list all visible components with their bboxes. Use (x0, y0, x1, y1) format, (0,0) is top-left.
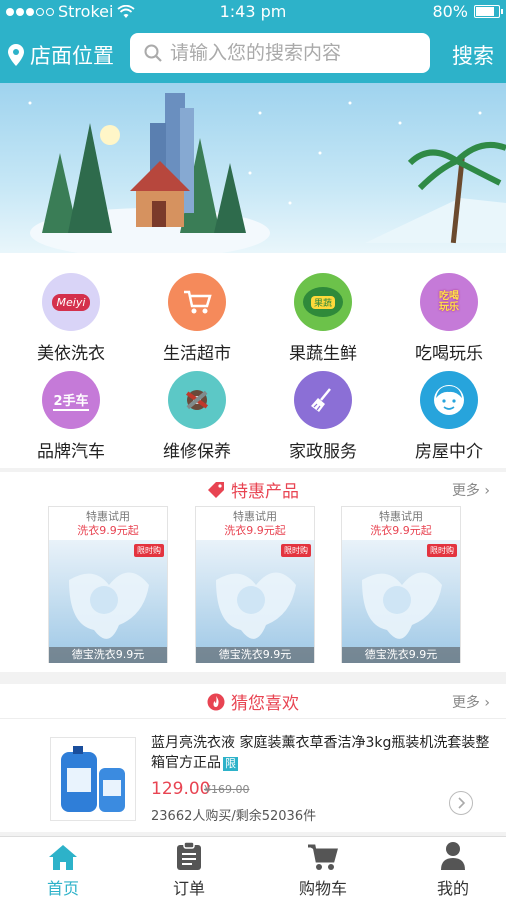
search-icon (144, 44, 162, 62)
section-header: 特惠产品 更多 › (0, 472, 506, 504)
tab-cart[interactable]: 购物车 (260, 837, 386, 900)
category-label: 果蔬生鲜 (289, 344, 357, 364)
product-caption: 德宝洗衣9.9元 (342, 647, 460, 663)
tab-profile[interactable]: 我的 (390, 837, 506, 900)
tab-label: 我的 (436, 879, 469, 898)
product-image: 限时购 德宝洗衣9.9元 (342, 540, 460, 663)
product-sub-label: 洗衣9.9元起 (224, 524, 286, 537)
section-title: 猜您喜欢 (0, 689, 506, 714)
tab-label: 购物车 (298, 879, 347, 898)
special-products-section: 特惠产品 更多 › 特惠试用 洗衣9.9元起 限时购 德宝洗衣9.9元 特惠试用… (0, 472, 506, 672)
product-top-label: 特惠试用 (379, 510, 423, 523)
store-location-button[interactable]: 店面位置 (8, 40, 114, 70)
app-screen: Strokei 1:43 pm 80% 店面位置 搜索 (0, 0, 506, 900)
search-input[interactable] (170, 42, 420, 64)
tab-label: 首页 (46, 879, 79, 898)
tab-home[interactable]: 首页 (0, 837, 126, 900)
location-pin-icon (8, 44, 24, 66)
section-header: 猜您喜欢 更多 › (0, 684, 506, 716)
product-thumbnail (50, 737, 136, 821)
category-grid: Meiyi 美依洗衣 生活超市 果蔬 果蔬生鲜 吃喝玩乐 吃喝玩乐 2手车 品牌… (0, 253, 506, 468)
app-header: Strokei 1:43 pm 80% 店面位置 搜索 (0, 0, 506, 83)
location-label: 店面位置 (30, 44, 114, 68)
limited-tag: 限 (223, 757, 238, 771)
search-bar[interactable] (130, 33, 430, 73)
product-top-label: 特惠试用 (233, 510, 277, 523)
limited-badge: 限时购 (134, 544, 164, 557)
more-link[interactable]: 更多 › (452, 480, 490, 500)
promo-banner[interactable] (0, 83, 506, 253)
shopping-cart-icon (168, 273, 226, 331)
chevron-right-icon: › (484, 695, 490, 711)
sales-info: 23662人购买/剩余52036件 (151, 809, 317, 824)
chevron-right-circle-icon[interactable] (449, 791, 473, 815)
category-item-fresh[interactable]: 果蔬 果蔬生鲜 (260, 273, 386, 364)
product-card[interactable]: 特惠试用 洗衣9.9元起 限时购 德宝洗衣9.9元 (48, 506, 168, 663)
category-label: 维修保养 (163, 442, 231, 462)
category-label: 吃喝玩乐 (415, 344, 483, 364)
recommend-section: 猜您喜欢 更多 › 蓝月亮洗衣液 家庭装薰衣草香洁净3kg瓶装机洗套装整箱官方正… (0, 684, 506, 832)
category-item-supermarket[interactable]: 生活超市 (134, 273, 260, 364)
tab-orders[interactable]: 订单 (126, 837, 252, 900)
product-image: 限时购 德宝洗衣9.9元 (196, 540, 314, 663)
search-button[interactable]: 搜索 (452, 40, 494, 70)
limited-badge: 限时购 (281, 544, 311, 557)
tab-label: 订单 (172, 879, 205, 898)
category-item-repair[interactable]: 维修保养 (134, 371, 260, 462)
order-clipboard-icon (126, 837, 252, 871)
category-label: 房屋中介 (415, 442, 483, 462)
price-tag-icon (208, 481, 224, 498)
car-brand-icon: 2手车 (42, 371, 100, 429)
limited-badge: 限时购 (427, 544, 457, 557)
product-card[interactable]: 特惠试用 洗衣9.9元起 限时购 德宝洗衣9.9元 (195, 506, 315, 663)
cart-icon (260, 837, 386, 871)
product-top-label: 特惠试用 (86, 510, 130, 523)
product-caption: 德宝洗衣9.9元 (196, 647, 314, 663)
battery-level (476, 7, 494, 16)
product-caption: 德宝洗衣9.9元 (49, 647, 167, 663)
category-item-cars[interactable]: 2手车 品牌汽车 (8, 371, 134, 462)
bottom-tab-bar: 首页 订单 购物车 我的 (0, 836, 506, 900)
recommend-item[interactable]: 蓝月亮洗衣液 家庭装薰衣草香洁净3kg瓶装机洗套装整箱官方正品限 129.00 … (0, 718, 506, 828)
food-fun-icon: 吃喝玩乐 (420, 273, 478, 331)
category-label: 美依洗衣 (37, 344, 105, 364)
category-label: 家政服务 (289, 442, 357, 462)
battery-icon (474, 5, 503, 18)
repair-tools-icon (168, 371, 226, 429)
fruit-basket-icon: 果蔬 (294, 273, 352, 331)
category-item-meiyi[interactable]: Meiyi 美依洗衣 (8, 273, 134, 364)
category-item-entertainment[interactable]: 吃喝玩乐 吃喝玩乐 (386, 273, 506, 364)
home-icon (0, 837, 126, 871)
product-price: 129.00 (151, 779, 211, 799)
more-link[interactable]: 更多 › (452, 692, 490, 712)
status-time: 1:43 pm (219, 2, 287, 21)
category-label: 生活超市 (163, 344, 231, 364)
product-image: 限时购 德宝洗衣9.9元 (49, 540, 167, 663)
product-sub-label: 洗衣9.9元起 (370, 524, 432, 537)
winter-house-illustration (28, 93, 506, 253)
flame-icon (207, 693, 225, 710)
meiyi-logo-icon: Meiyi (42, 273, 100, 331)
section-title: 特惠产品 (0, 477, 506, 502)
category-label: 品牌汽车 (37, 442, 105, 462)
status-right: 80% (432, 2, 503, 21)
product-title: 蓝月亮洗衣液 家庭装薰衣草香洁净3kg瓶装机洗套装整箱官方正品限 (151, 735, 490, 771)
agent-face-icon (420, 371, 478, 429)
user-icon (390, 837, 506, 871)
category-item-real-estate[interactable]: 房屋中介 (386, 371, 506, 462)
product-card[interactable]: 特惠试用 洗衣9.9元起 限时购 德宝洗衣9.9元 (341, 506, 461, 663)
broom-icon (294, 371, 352, 429)
status-bar: Strokei 1:43 pm 80% (0, 0, 506, 24)
battery-percent: 80% (432, 2, 468, 21)
original-price: ¥169.00 (204, 783, 250, 796)
product-sub-label: 洗衣9.9元起 (77, 524, 139, 537)
chevron-right-icon: › (484, 483, 490, 499)
category-item-housekeeping[interactable]: 家政服务 (260, 371, 386, 462)
